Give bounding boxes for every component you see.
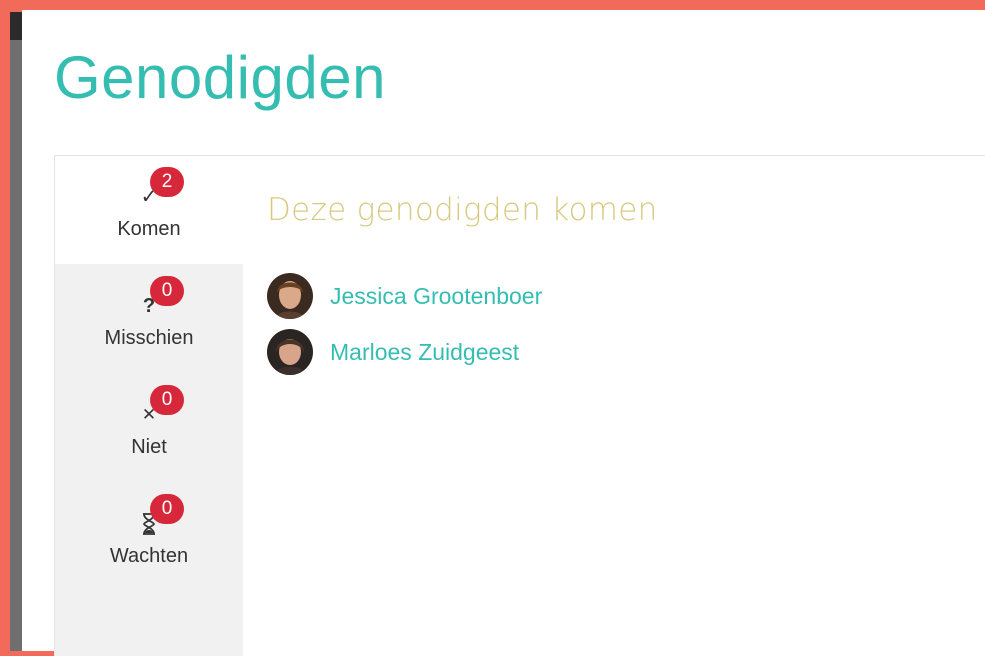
guest-name-link[interactable]: Jessica Grootenboer — [330, 283, 542, 310]
guest-name-link[interactable]: Marloes Zuidgeest — [330, 339, 519, 366]
status-tabs: ✓ 2 Komen ? 0 Misschien ✕ 0 Niet 0 Wacht… — [55, 156, 243, 656]
count-badge: 0 — [150, 494, 184, 524]
tab-komen[interactable]: ✓ 2 Komen — [55, 156, 243, 264]
app-frame: Genodigden ✓ 2 Komen ? 0 Misschien ✕ 0 N… — [0, 0, 985, 656]
tab-misschien[interactable]: ? 0 Misschien — [55, 265, 243, 373]
list-item: Marloes Zuidgeest — [267, 328, 519, 376]
tab-wachten[interactable]: 0 Wachten — [55, 483, 243, 591]
tab-niet[interactable]: ✕ 0 Niet — [55, 374, 243, 482]
tab-label: Misschien — [104, 327, 194, 349]
list-item: Jessica Grootenboer — [267, 272, 542, 320]
guests-card: ✓ 2 Komen ? 0 Misschien ✕ 0 Niet 0 Wacht… — [54, 155, 985, 656]
window-edge-left — [10, 40, 22, 651]
guest-list-section: Deze genodigden komen Jessica Grootenboe… — [267, 192, 967, 375]
tab-label: Wachten — [109, 545, 189, 567]
count-badge: 0 — [150, 276, 184, 306]
tab-label: Komen — [117, 218, 181, 240]
tab-label: Niet — [131, 436, 167, 458]
page-title: Genodigden — [54, 44, 386, 111]
count-badge: 0 — [150, 385, 184, 415]
avatar[interactable] — [267, 329, 313, 375]
count-badge: 2 — [150, 167, 184, 197]
avatar[interactable] — [267, 273, 313, 319]
section-title: Deze genodigden komen — [267, 192, 658, 228]
window-edge — [10, 12, 22, 42]
main-panel: Genodigden ✓ 2 Komen ? 0 Misschien ✕ 0 N… — [22, 10, 985, 656]
